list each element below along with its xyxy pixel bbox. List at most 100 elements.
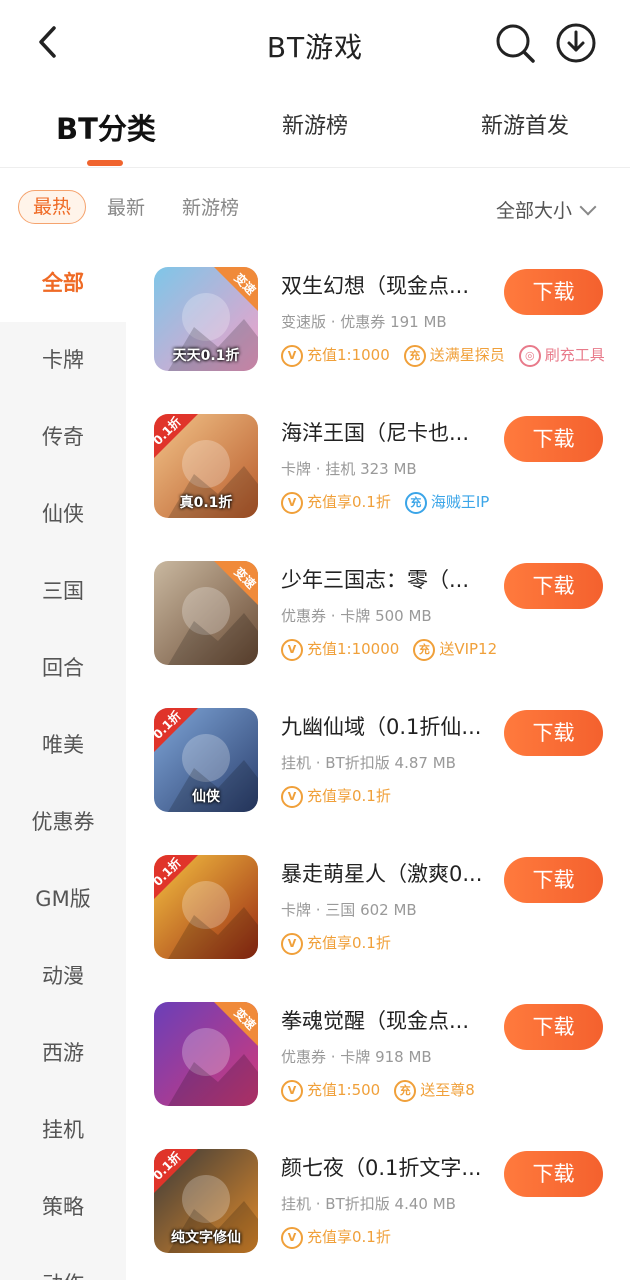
benefit-tag-text: 海贼王IP [430, 493, 490, 511]
chevron-down-icon [579, 198, 597, 216]
icon-caption: 真0.1折 [179, 495, 233, 511]
sidebar-item[interactable]: 仙侠 [0, 476, 126, 553]
benefit-tag: V 充值享0.1折 [281, 932, 391, 955]
game-name[interactable]: 少年三国志：零（... [281, 564, 496, 594]
game-list-item[interactable]: 0.1折 纯文字修仙 颜七夜（0.1折文字... 挂机 · BT折扣版 4.40 MB… [126, 1127, 630, 1274]
game-list-item[interactable]: 变速 天天0.1折 双生幻想（现金点... 变速版 · 优惠券 191 MB V 充值1:… [126, 245, 630, 392]
game-icon[interactable]: 变速 天天0.1折 [154, 267, 258, 371]
game-name[interactable]: 双生幻想（现金点... [281, 270, 496, 300]
sidebar-item[interactable]: 策略 [0, 1169, 126, 1246]
game-icon[interactable]: 0.1折 [154, 855, 258, 959]
game-meta: 挂机 · BT折扣版 4.40 MB [281, 1195, 456, 1213]
game-icon[interactable]: 0.1折 仙侠 [154, 708, 258, 812]
benefit-tag: ◎ 刷充工具 [518, 344, 605, 367]
game-name[interactable]: 暴走萌星人（激爽0... [281, 858, 496, 888]
game-list-item[interactable]: 0.1折 仙侠 九幽仙域（0.1折仙... 挂机 · BT折扣版 4.87 MB V 充值… [126, 686, 630, 833]
benefit-tag: 充海贼王IP [404, 491, 490, 514]
benefit-tag-text: 充值1:500 [307, 1081, 381, 1099]
genre-sidebar: 全部卡牌传奇仙侠三国回合唯美优惠券GM版动漫西游挂机策略动作 [0, 245, 126, 1280]
benefit-tag-text: 充值享0.1折 [307, 787, 391, 805]
benefit-tag: 充送至尊8 [394, 1079, 475, 1102]
size-dropdown-label: 全部大小 [496, 200, 573, 222]
sidebar-item[interactable]: 传奇 [0, 399, 126, 476]
benefit-tag: 充送VIP12 [413, 638, 497, 661]
game-tags: V 充值享0.1折 [281, 932, 405, 960]
game-tags: V 充值1:500 充送至尊8 [281, 1079, 489, 1107]
game-meta: 卡牌 · 挂机 323 MB [281, 460, 417, 478]
sidebar-item[interactable]: 回合 [0, 630, 126, 707]
sidebar-item[interactable]: 全部 [0, 245, 126, 322]
download-icon[interactable] [555, 22, 597, 64]
vip-icon: V [281, 344, 303, 367]
game-icon[interactable]: 0.1折 纯文字修仙 [154, 1149, 258, 1253]
recharge-icon: 充 [394, 1079, 417, 1102]
vip-icon: V [281, 785, 303, 808]
sidebar-item[interactable]: GM版 [0, 861, 126, 938]
icon-caption: 天天0.1折 [172, 348, 240, 364]
category-tabs: BT分类 新游榜 新游首发 [0, 96, 630, 168]
download-button[interactable]: 下载 [504, 269, 603, 315]
sidebar-item[interactable]: 动作 [0, 1246, 126, 1280]
filter-newest[interactable]: 最新 [107, 193, 145, 220]
benefit-tag-text: 充值1:1000 [307, 346, 390, 364]
download-button[interactable]: 下载 [504, 710, 603, 756]
game-tags: V 充值享0.1折 [281, 1226, 405, 1254]
game-meta: 挂机 · BT折扣版 4.87 MB [281, 754, 456, 772]
tab-new-game-launch[interactable]: 新游首发 [481, 108, 569, 140]
icon-badge: 变速 [214, 561, 258, 605]
download-button[interactable]: 下载 [504, 563, 603, 609]
benefit-tag: V 充值1:1000 [281, 344, 390, 367]
recharge-icon: 充 [403, 344, 426, 367]
vip-icon: V [281, 1226, 303, 1249]
benefit-tag-text: 充值1:10000 [307, 640, 400, 658]
benefit-tag-text: 充值享0.1折 [307, 493, 391, 511]
sidebar-item[interactable]: 三国 [0, 553, 126, 630]
sidebar-item[interactable]: 挂机 [0, 1092, 126, 1169]
sidebar-item[interactable]: 卡牌 [0, 322, 126, 399]
sidebar-item[interactable]: 优惠券 [0, 784, 126, 861]
game-list-item[interactable]: 0.1折 真0.1折 海洋王国（尼卡也... 卡牌 · 挂机 323 MB V 充值享0.… [126, 392, 630, 539]
game-list-item[interactable]: 变速 少年三国志：零（... 优惠券 · 卡牌 500 MB V 充值1:10000 充送… [126, 539, 630, 686]
benefit-tag: V 充值享0.1折 [281, 785, 391, 808]
game-tags: V 充值1:1000 充送满星探员 ◎ 刷充工具 [281, 344, 619, 372]
game-name[interactable]: 颜七夜（0.1折文字... [281, 1152, 496, 1182]
game-meta: 卡牌 · 三国 602 MB [281, 901, 417, 919]
active-tab-indicator [87, 160, 123, 166]
game-name[interactable]: 九幽仙域（0.1折仙... [281, 711, 496, 741]
game-list: 变速 天天0.1折 双生幻想（现金点... 变速版 · 优惠券 191 MB V 充值1:… [126, 245, 630, 1280]
game-meta: 优惠券 · 卡牌 918 MB [281, 1048, 432, 1066]
top-bar: BT游戏 [0, 0, 630, 88]
recharge-icon: 充 [413, 638, 436, 661]
benefit-tag-text: 送满星探员 [429, 346, 505, 364]
game-tags: V 充值1:10000 充送VIP12 [281, 638, 511, 666]
size-dropdown[interactable]: 全部大小 [496, 196, 597, 223]
download-button[interactable]: 下载 [504, 416, 603, 462]
tab-bt-category[interactable]: BT分类 [56, 106, 156, 148]
benefit-tag: 充送满星探员 [403, 344, 505, 367]
benefit-tag-text: 送至尊8 [420, 1081, 475, 1099]
game-list-item[interactable]: 变速 拳魂觉醒（现金点... 优惠券 · 卡牌 918 MB V 充值1:500 充送至尊… [126, 980, 630, 1127]
game-icon[interactable]: 0.1折 真0.1折 [154, 414, 258, 518]
game-meta: 变速版 · 优惠券 191 MB [281, 313, 447, 331]
download-button[interactable]: 下载 [504, 1004, 603, 1050]
sidebar-item[interactable]: 动漫 [0, 938, 126, 1015]
download-button[interactable]: 下载 [504, 1151, 603, 1197]
tab-new-games-rank[interactable]: 新游榜 [282, 108, 348, 140]
game-icon[interactable]: 变速 [154, 1002, 258, 1106]
vip-icon: V [281, 932, 303, 955]
recharge-icon: 充 [404, 491, 427, 514]
game-name[interactable]: 拳魂觉醒（现金点... [281, 1005, 496, 1035]
filter-new-rank[interactable]: 新游榜 [182, 193, 239, 220]
game-list-item[interactable]: 0.1折 暴走萌星人（激爽0... 卡牌 · 三国 602 MB V 充值享0.1折 下载 [126, 833, 630, 980]
search-icon[interactable] [494, 22, 536, 64]
download-button[interactable]: 下载 [504, 857, 603, 903]
benefit-tag-text: 充值享0.1折 [307, 934, 391, 952]
game-icon[interactable]: 变速 [154, 561, 258, 665]
vip-icon: V [281, 491, 303, 514]
benefit-tag-text: 送VIP12 [439, 640, 498, 658]
sidebar-item[interactable]: 西游 [0, 1015, 126, 1092]
game-tags: V 充值享0.1折充海贼王IP [281, 491, 503, 519]
filter-hottest[interactable]: 最热 [18, 190, 86, 224]
sidebar-item[interactable]: 唯美 [0, 707, 126, 784]
game-name[interactable]: 海洋王国（尼卡也... [281, 417, 496, 447]
